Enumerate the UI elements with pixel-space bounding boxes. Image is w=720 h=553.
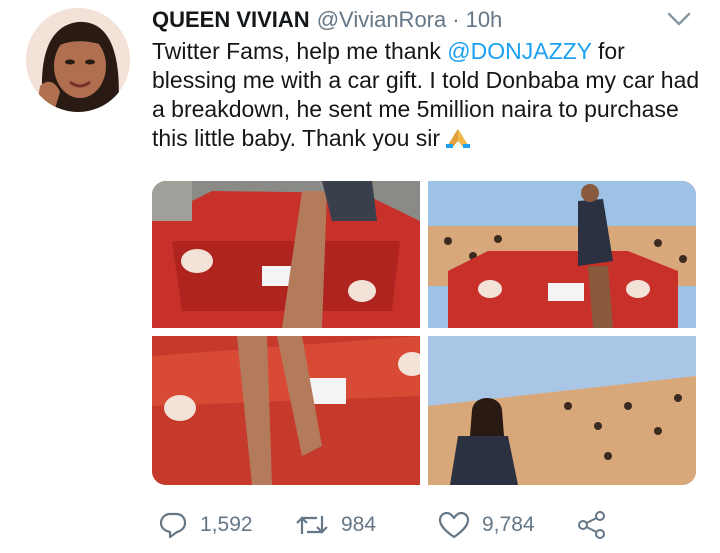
avatar-image — [26, 8, 130, 112]
retweet-icon — [295, 510, 329, 540]
heart-icon — [438, 510, 470, 540]
mention-link[interactable]: @DONJAZZY — [447, 38, 591, 64]
chevron-down-icon[interactable] — [666, 10, 692, 28]
tweet-text: Twitter Fams, help me thank @DONJAZZY fo… — [152, 37, 712, 153]
share-button[interactable] — [576, 507, 608, 543]
user-handle[interactable]: @VivianRora — [317, 7, 447, 33]
tweet-photo-1[interactable] — [152, 181, 420, 328]
tweet-timestamp[interactable]: 10h — [466, 7, 503, 33]
tweet-header: QUEEN VIVIAN @VivianRora · 10h — [152, 7, 503, 33]
retweet-button[interactable]: 984 — [295, 507, 376, 543]
reply-button[interactable]: 1,592 — [158, 507, 253, 543]
folded-hands-icon — [444, 127, 472, 149]
header-separator: · — [452, 7, 460, 32]
tweet-actions: 1,592 984 9,784 — [152, 507, 712, 543]
share-icon — [576, 509, 608, 541]
tweet-text-start: Twitter Fams, help me thank — [152, 38, 448, 64]
tweet-photo-3[interactable] — [152, 336, 420, 485]
tweet-photo-4[interactable] — [428, 336, 696, 485]
tweet-photo-2[interactable] — [428, 181, 696, 328]
reply-count: 1,592 — [200, 513, 253, 536]
reply-icon — [158, 510, 188, 540]
like-count: 9,784 — [482, 513, 535, 536]
retweet-count: 984 — [341, 513, 377, 536]
display-name[interactable]: QUEEN VIVIAN — [152, 7, 310, 33]
like-button[interactable]: 9,784 — [438, 507, 535, 543]
avatar[interactable] — [26, 8, 130, 112]
